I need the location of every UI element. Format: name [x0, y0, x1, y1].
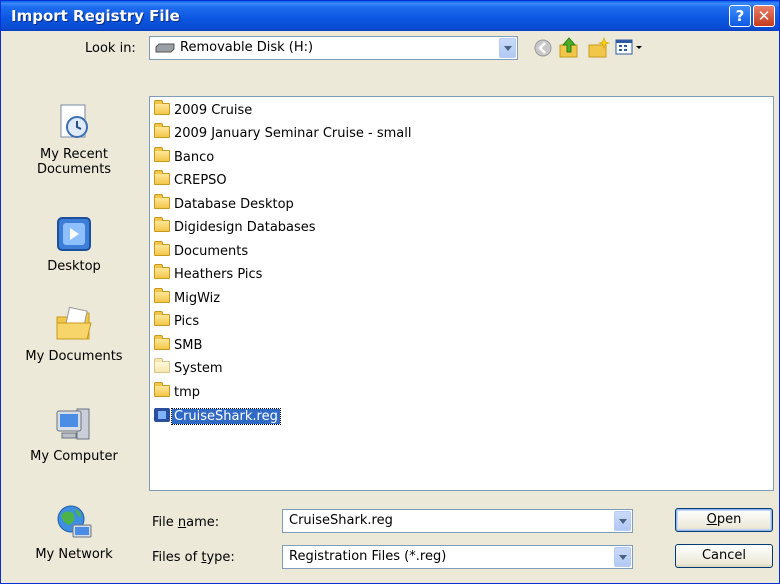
list-item[interactable]: Heathers Pics: [154, 264, 264, 287]
folder-icon: [154, 147, 170, 162]
list-item[interactable]: SMB: [154, 335, 204, 358]
desktop-icon: [53, 215, 95, 255]
open-button[interactable]: Open: [675, 508, 773, 532]
file-name-value: CruiseShark.reg: [289, 513, 393, 528]
item-name: CREPSO: [174, 173, 227, 188]
views-menu-icon[interactable]: [615, 38, 645, 58]
place-my-computer[interactable]: My Computer: [9, 405, 139, 464]
hidden-folder-icon: [154, 358, 170, 373]
item-name: 2009 Cruise: [174, 103, 253, 118]
places-bar: My Recent Documents Desktop My Documents…: [9, 95, 139, 577]
new-folder-icon[interactable]: [587, 37, 611, 59]
place-label: Desktop: [47, 259, 101, 274]
list-item[interactable]: System: [154, 358, 224, 381]
item-name: 2009 January Seminar Cruise - small: [174, 126, 412, 141]
registry-file-icon: [154, 408, 170, 422]
my-network-icon: [53, 503, 95, 543]
list-item[interactable]: Banco: [154, 147, 216, 170]
file-list[interactable]: 2009 Cruise 2009 January Seminar Cruise …: [149, 96, 774, 491]
folder-icon: [154, 311, 170, 326]
removable-disk-icon: [155, 43, 175, 53]
place-my-documents[interactable]: My Documents: [9, 305, 139, 364]
my-computer-icon: [53, 405, 95, 445]
item-name: Database Desktop: [174, 197, 294, 212]
import-registry-dialog: Import Registry File ? ✕ Look in: Remova…: [0, 0, 780, 584]
item-name: Pics: [174, 314, 200, 329]
list-item[interactable]: CREPSO: [154, 170, 229, 193]
place-label: My Documents: [25, 349, 123, 364]
item-name: Documents: [174, 244, 249, 259]
place-label: Documents: [36, 162, 112, 177]
item-name: Digidesign Databases: [174, 220, 316, 235]
look-in-label: Look in:: [85, 41, 136, 56]
list-item[interactable]: Pics: [154, 311, 201, 334]
list-item[interactable]: 2009 Cruise: [154, 100, 254, 123]
look-in-combo[interactable]: Removable Disk (H:): [149, 36, 518, 60]
item-name: System: [174, 361, 223, 376]
list-item[interactable]: 2009 January Seminar Cruise - small: [154, 123, 413, 146]
place-label: My Computer: [30, 449, 118, 464]
my-documents-icon: [53, 305, 95, 345]
file-name-input[interactable]: CruiseShark.reg: [282, 509, 633, 533]
place-label: My Network: [35, 547, 113, 562]
close-icon: ✕: [757, 7, 771, 25]
folder-icon: [154, 194, 170, 209]
item-name: tmp: [174, 385, 201, 400]
list-item[interactable]: Digidesign Databases: [154, 217, 318, 240]
recent-documents-icon: [53, 103, 95, 143]
place-desktop[interactable]: Desktop: [9, 215, 139, 274]
item-name: CruiseShark.reg: [171, 408, 281, 425]
folder-icon: [154, 100, 170, 115]
file-name-label: File name:: [152, 515, 220, 530]
cancel-button[interactable]: Cancel: [675, 544, 773, 568]
up-folder-icon[interactable]: [557, 36, 581, 60]
list-item[interactable]: Database Desktop: [154, 194, 296, 217]
back-icon[interactable]: [533, 38, 553, 58]
item-name: Banco: [174, 150, 215, 165]
window-title: Import Registry File: [11, 7, 180, 25]
folder-icon: [154, 217, 170, 232]
look-in-dropdown-arrow[interactable]: [499, 38, 516, 58]
folder-icon: [154, 123, 170, 138]
folder-icon: [154, 241, 170, 256]
item-name: SMB: [174, 338, 203, 353]
place-my-recent-documents[interactable]: My Recent Documents: [9, 103, 139, 177]
folder-icon: [154, 382, 170, 397]
place-label: My Recent: [40, 147, 108, 162]
help-button[interactable]: ?: [729, 5, 751, 27]
place-my-network[interactable]: My Network: [9, 503, 139, 562]
folder-icon: [154, 288, 170, 303]
folder-icon: [154, 170, 170, 185]
list-item[interactable]: MigWiz: [154, 288, 222, 311]
file-name-dropdown-arrow[interactable]: [614, 511, 631, 531]
files-of-type-label: Files of type:: [152, 550, 235, 565]
files-of-type-dropdown-arrow[interactable]: [614, 547, 631, 567]
help-icon: ?: [735, 7, 745, 25]
item-name: MigWiz: [174, 291, 221, 306]
close-button[interactable]: ✕: [753, 5, 775, 27]
item-name: Heathers Pics: [174, 267, 263, 282]
folder-icon: [154, 335, 170, 350]
look-in-value: Removable Disk (H:): [180, 40, 314, 55]
list-item[interactable]: tmp: [154, 382, 202, 405]
list-item[interactable]: Documents: [154, 241, 250, 264]
folder-icon: [154, 264, 170, 279]
title-bar[interactable]: Import Registry File ? ✕: [1, 1, 779, 31]
files-of-type-value: Registration Files (*.reg): [289, 549, 447, 564]
files-of-type-select[interactable]: Registration Files (*.reg): [282, 545, 633, 569]
list-item-selected[interactable]: CruiseShark.reg: [154, 408, 281, 428]
